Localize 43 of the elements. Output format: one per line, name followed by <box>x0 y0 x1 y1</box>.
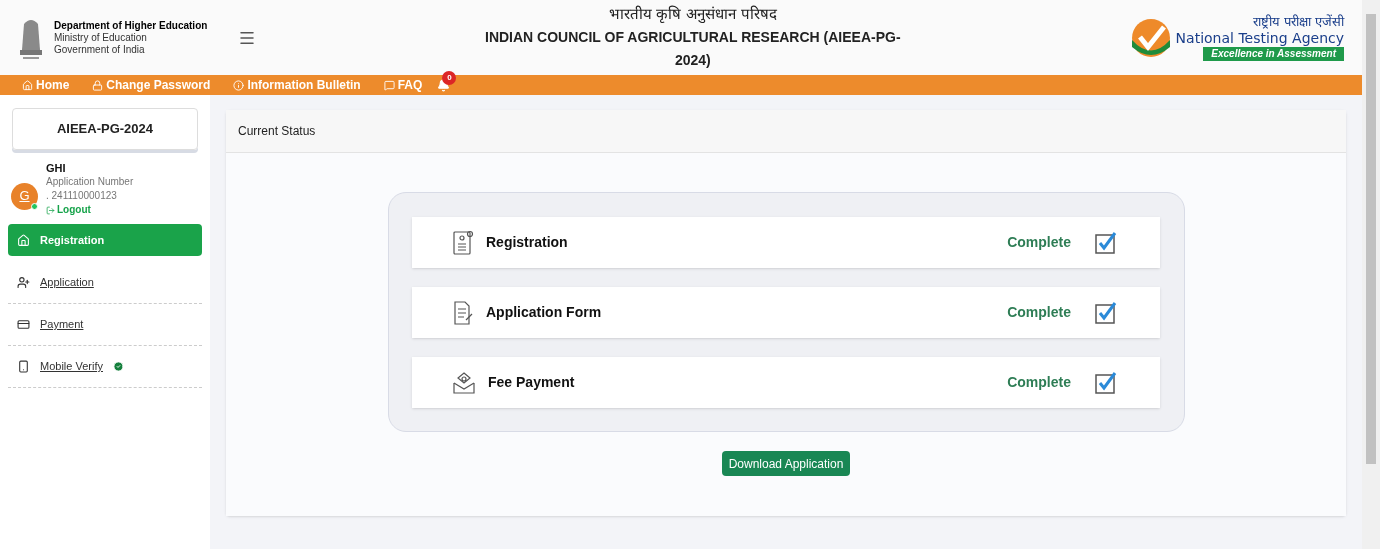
sidebar-item[interactable]: Application <box>8 262 202 304</box>
page-title: INDIAN COUNCIL OF AGRICULTURAL RESEARCH (AIEEA-PG-2024) <box>484 27 902 70</box>
agency-hindi: राष्ट्रीय परीक्षा एजेंसी <box>1252 14 1344 30</box>
download-button[interactable]: Download Application <box>721 451 851 476</box>
agency-name: National Testing Agency <box>1175 30 1344 47</box>
info-icon <box>233 79 245 91</box>
home-icon <box>17 233 30 247</box>
nav-link[interactable]: Information Bulletin <box>233 76 361 94</box>
payment-icon <box>452 370 476 395</box>
phone-icon <box>17 360 30 373</box>
lock-icon <box>92 79 104 91</box>
hindi-title: भारतीय कृषि अनुसंधान परिषद <box>608 4 777 26</box>
step-status: Complete <box>1007 373 1071 392</box>
step-label: Fee Payment <box>488 373 575 392</box>
logout-link[interactable]: Logout <box>46 203 134 217</box>
nav-link[interactable]: Home <box>22 76 70 94</box>
card-icon <box>17 318 30 331</box>
sidebar-item[interactable]: Payment <box>8 304 202 346</box>
form-icon <box>452 299 474 326</box>
application-number-label: Application Number <box>46 175 134 189</box>
document-icon <box>452 229 474 256</box>
exam-name: AIEEA-PG-2024 <box>56 120 154 139</box>
user-name: GHI <box>46 161 67 175</box>
sidebar-item[interactable]: Registration <box>8 224 202 256</box>
sidebar-item[interactable]: Mobile Verify <box>8 346 202 388</box>
tick-logo-icon <box>1129 16 1172 59</box>
step-status: Complete <box>1007 303 1071 322</box>
avatar: G <box>11 182 38 210</box>
step-label: Application Form <box>486 303 602 322</box>
department-text: Department of Higher Education <box>54 19 208 32</box>
logout-icon <box>46 205 55 215</box>
user-plus-icon <box>17 276 30 289</box>
card-title: Current Status <box>238 123 316 140</box>
home-icon <box>22 79 33 91</box>
nav-link[interactable]: Change Password <box>92 76 211 94</box>
application-number: . 241110000123 <box>46 189 118 203</box>
department-text: Government of India <box>54 43 146 56</box>
step-label: Registration <box>486 233 568 252</box>
step-status: Complete <box>1007 233 1071 252</box>
agency-tagline: Excellence in Assessment <box>1203 47 1344 61</box>
department-text: Ministry of Education <box>54 31 148 44</box>
chat-icon <box>383 79 395 91</box>
nav-link[interactable]: FAQ <box>383 76 423 94</box>
